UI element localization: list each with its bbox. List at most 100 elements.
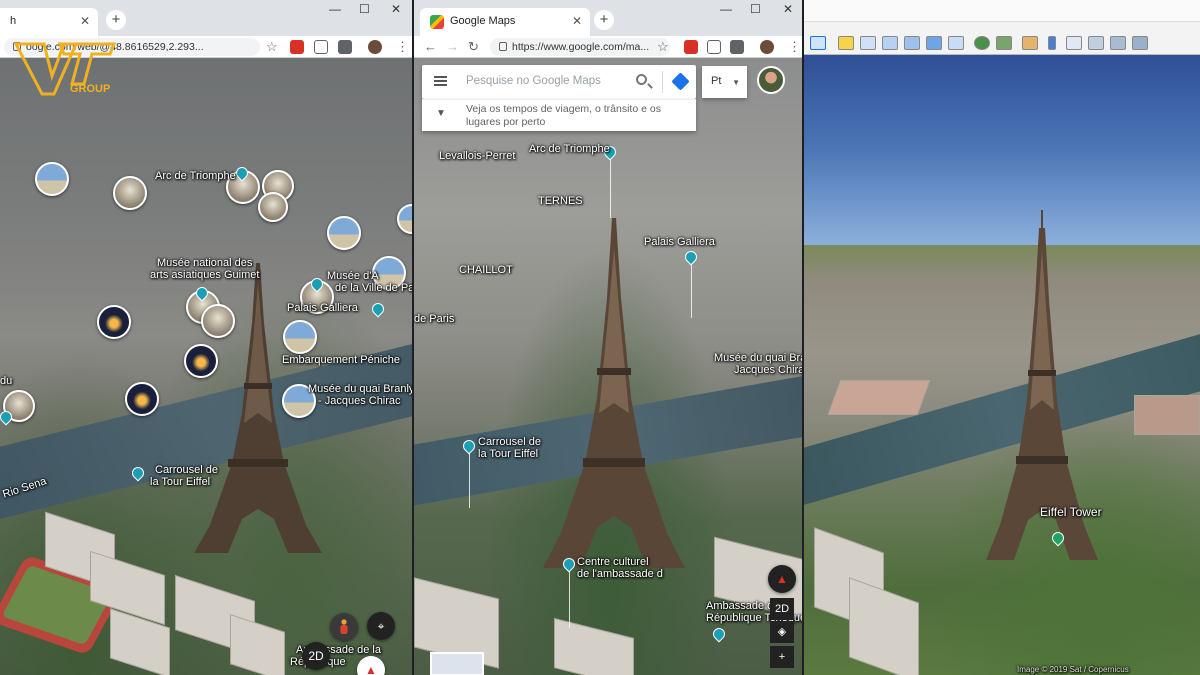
close-tab-icon[interactable]: ✕ [572, 14, 582, 28]
sun-icon[interactable] [974, 36, 990, 50]
label-centre-culturel-line2[interactable]: de l'ambassade d [577, 568, 663, 580]
label-arc-de-triomphe[interactable]: Arc de Triomphe [529, 143, 610, 155]
label-musee-art-line2[interactable]: de la Ville de Par [335, 282, 412, 294]
view-in-maps-icon[interactable] [1132, 36, 1148, 50]
extension-icon[interactable] [314, 40, 328, 54]
address-toolbar: ← → ↻ https://www.google.com/ma... ☆ ⋮ [414, 36, 802, 58]
poi-photo-bubble[interactable] [97, 305, 131, 339]
poi-pin-icon[interactable] [710, 625, 728, 643]
print-icon[interactable] [1088, 36, 1104, 50]
sidebar-toggle-icon[interactable] [810, 36, 826, 50]
bookmark-star-icon[interactable]: ☆ [266, 39, 278, 55]
compass-icon[interactable]: ▲ [768, 565, 796, 593]
satellite-3d-view[interactable]: Arc de Triomphe Musée national des arts … [0, 58, 412, 675]
label-centre-culturel-line1[interactable]: Centre culturel [577, 556, 649, 568]
google-maps-favicon [430, 15, 444, 29]
tour-icon[interactable] [926, 36, 942, 50]
imagery-credit: Image © 2019 Sat / Copernicus [1017, 665, 1129, 674]
save-image-icon[interactable] [1110, 36, 1126, 50]
ruler-icon[interactable] [1022, 36, 1038, 50]
account-avatar[interactable] [757, 66, 785, 94]
forward-arrow-icon[interactable]: → [446, 39, 459, 54]
back-arrow-icon[interactable]: ← [424, 39, 437, 54]
label-levallois: Levallois-Perret [439, 150, 516, 162]
tilt-view-icon[interactable]: ◈ [770, 621, 794, 643]
poi-photo-bubble[interactable] [258, 192, 288, 222]
label-embarquement[interactable]: Embarquement Péniche [282, 354, 400, 366]
profile-avatar-icon[interactable] [760, 40, 774, 54]
label-eiffel-tower[interactable]: Eiffel Tower [1040, 506, 1102, 518]
polygon-icon[interactable] [860, 36, 876, 50]
label-branly-line1[interactable]: Musée du quai Branly [714, 352, 802, 364]
label-guimet-line2[interactable]: arts asiatiques Guimet [150, 269, 259, 281]
poi-photo-bubble[interactable] [397, 204, 412, 234]
toggle-2d-button[interactable]: 2D [302, 642, 330, 670]
poi-photo-bubble[interactable] [184, 344, 218, 378]
poi-photo-bubble[interactable] [125, 382, 159, 416]
label-carrousel-line2[interactable]: la Tour Eiffel [478, 448, 538, 460]
poi-pin-icon[interactable] [369, 300, 387, 318]
poi-photo-bubble[interactable] [201, 304, 235, 338]
directions-icon[interactable] [671, 72, 690, 91]
hamburger-menu-icon[interactable] [434, 76, 447, 86]
poi-photo-bubble[interactable] [327, 216, 361, 250]
label-branly-line2[interactable]: Jacques Chirac [734, 364, 802, 376]
label-arc-de-triomphe[interactable]: Arc de Triomphe [155, 170, 236, 182]
label-carrousel-line2[interactable]: la Tour Eiffel [150, 476, 210, 488]
label-branly-line1[interactable]: Musée du quai Branly [308, 383, 412, 395]
planets-icon[interactable] [996, 36, 1012, 50]
placemark-icon[interactable] [838, 36, 854, 50]
restore-button[interactable]: ☐ [359, 2, 370, 16]
label-palais-galliera[interactable]: Palais Galliera [644, 236, 715, 248]
layers-thumbnail[interactable] [430, 652, 484, 675]
my-location-icon[interactable]: ⌖ [367, 612, 395, 640]
reload-icon[interactable]: ↻ [468, 39, 479, 55]
path-icon[interactable] [882, 36, 898, 50]
explore-nearby-suggestion[interactable]: ▼ Veja os tempos de viagem, o trânsito e… [422, 99, 696, 131]
cast-icon[interactable] [338, 40, 352, 54]
cast-icon[interactable] [730, 40, 744, 54]
profile-avatar-icon[interactable] [368, 40, 382, 54]
bookmark-star-icon[interactable]: ☆ [657, 39, 669, 55]
pegman-icon[interactable] [330, 613, 358, 641]
maps-search-box[interactable]: Pesquise no Google Maps [422, 65, 696, 99]
new-tab-button[interactable]: + [106, 10, 126, 30]
close-window-button[interactable]: ✕ [783, 2, 793, 16]
language-selector[interactable]: Pt ▼ [702, 66, 747, 98]
earth-web-window: h ✕ + — ☐ ✕ oogle.com/web/@48.8616529,2.… [0, 0, 412, 675]
browser-tab[interactable]: Google Maps ✕ [420, 8, 590, 36]
label-carrousel-line1[interactable]: Carrousel de [155, 464, 218, 476]
label-musee-art-line1[interactable]: Musée d'A [327, 270, 379, 282]
label-palais-galliera[interactable]: Palais Galliera [287, 302, 358, 314]
menu-dots-icon[interactable]: ⋮ [396, 39, 409, 55]
compass-icon[interactable]: ▲ [357, 656, 385, 675]
search-icon[interactable] [636, 74, 647, 85]
new-tab-button[interactable]: + [594, 10, 614, 30]
satellite-3d-view[interactable]: Levallois-Perret Arc de Triomphe TERNES … [414, 58, 802, 675]
close-tab-icon[interactable]: ✕ [80, 14, 90, 28]
adblock-icon[interactable] [684, 40, 698, 54]
email-icon[interactable] [1066, 36, 1082, 50]
label-guimet-line1[interactable]: Musée national des [157, 257, 252, 269]
label-du[interactable]: du [0, 375, 12, 387]
poi-photo-bubble[interactable] [35, 162, 69, 196]
extension-icon[interactable] [707, 40, 721, 54]
poi-photo-bubble[interactable] [113, 176, 147, 210]
zoom-in-button[interactable]: + [770, 646, 794, 668]
browser-tab[interactable]: h ✕ [0, 8, 98, 36]
poi-photo-bubble[interactable] [283, 320, 317, 354]
restore-button[interactable]: ☐ [750, 2, 761, 16]
chevron-down-icon[interactable]: ▼ [436, 108, 446, 119]
minimize-button[interactable]: — [720, 2, 732, 16]
label-carrousel-line1[interactable]: Carrousel de [478, 436, 541, 448]
search-input[interactable]: Pesquise no Google Maps [466, 75, 601, 87]
menu-dots-icon[interactable]: ⋮ [788, 39, 801, 55]
label-branly-line2[interactable]: - Jacques Chirac [318, 395, 401, 407]
adblock-icon[interactable] [290, 40, 304, 54]
toggle-2d-button[interactable]: 2D [770, 598, 794, 620]
address-bar[interactable]: https://www.google.com/ma... [490, 38, 670, 56]
minimize-button[interactable]: — [329, 2, 341, 16]
history-icon[interactable] [948, 36, 964, 50]
overlay-icon[interactable] [904, 36, 920, 50]
close-window-button[interactable]: ✕ [391, 2, 401, 16]
